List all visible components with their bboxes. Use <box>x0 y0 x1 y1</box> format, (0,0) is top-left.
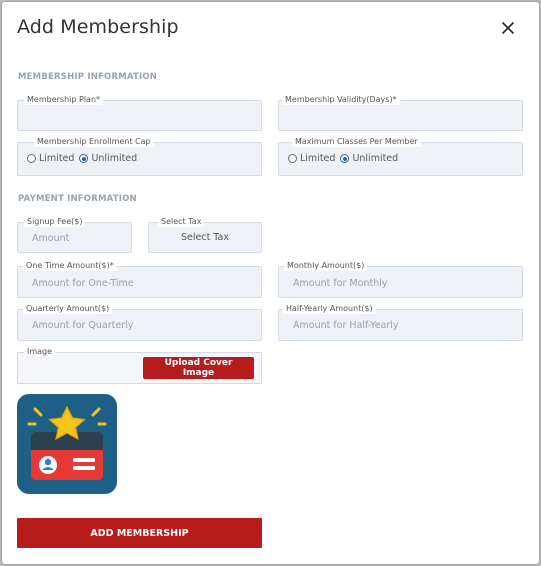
one-time-amount-label: One Time Amount($)* <box>23 260 117 271</box>
monthly-amount-input[interactable]: Monthly Amount($) Amount for Monthly <box>278 260 523 298</box>
monthly-amount-label: Monthly Amount($) <box>284 260 368 271</box>
one-time-amount-input[interactable]: One Time Amount($)* Amount for One-Time <box>17 260 262 298</box>
image-label: Image <box>24 346 56 357</box>
cover-image-preview <box>17 394 117 494</box>
section-payment-information: PAYMENT INFORMATION <box>18 194 137 204</box>
monthly-amount-placeholder: Amount for Monthly <box>293 278 388 289</box>
half-yearly-amount-placeholder: Amount for Half-Yearly <box>293 320 399 331</box>
select-tax-dropdown[interactable]: Select Tax Select Tax <box>148 216 262 253</box>
modal-title: Add Membership <box>17 16 179 38</box>
enrollment-cap-group: Membership Enrollment Cap Limited Unlimi… <box>17 136 262 176</box>
signup-fee-input[interactable]: Signup Fee($) Amount <box>17 216 132 253</box>
signup-fee-placeholder: Amount <box>32 233 70 244</box>
max-classes-limited-label: Limited <box>300 153 336 164</box>
close-icon[interactable] <box>500 20 516 36</box>
membership-plan-input[interactable]: Membership Plan* <box>17 94 262 131</box>
image-upload-field: Image Upload Cover Image <box>17 346 262 384</box>
quarterly-amount-input[interactable]: Quarterly Amount($) Amount for Quarterly <box>17 303 262 341</box>
max-classes-group: Maximum Classes Per Member Limited Unlim… <box>278 136 523 176</box>
membership-validity-label: Membership Validity(Days)* <box>282 94 400 105</box>
one-time-amount-placeholder: Amount for One-Time <box>32 278 134 289</box>
add-membership-modal: Add Membership MEMBERSHIP INFORMATION Me… <box>2 2 539 564</box>
max-classes-label: Maximum Classes Per Member <box>292 136 421 147</box>
enrollment-cap-unlimited-label: Unlimited <box>91 153 138 164</box>
quarterly-amount-label: Quarterly Amount($) <box>23 303 113 314</box>
select-tax-label: Select Tax <box>158 216 205 227</box>
enrollment-cap-limited-radio[interactable] <box>27 154 36 163</box>
membership-plan-label: Membership Plan* <box>24 94 104 105</box>
enrollment-cap-unlimited-radio[interactable] <box>79 154 89 163</box>
select-tax-value: Select Tax <box>180 232 229 243</box>
upload-cover-image-button[interactable]: Upload Cover Image <box>143 357 254 379</box>
half-yearly-amount-input[interactable]: Half-Yearly Amount($) Amount for Half-Ye… <box>278 303 523 341</box>
membership-validity-input[interactable]: Membership Validity(Days)* <box>278 94 523 131</box>
add-membership-button[interactable]: ADD MEMBERSHIP <box>17 518 262 548</box>
enrollment-cap-label: Membership Enrollment Cap <box>34 136 154 147</box>
enrollment-cap-limited-label: Limited <box>39 153 75 164</box>
signup-fee-label: Signup Fee($) <box>24 216 86 227</box>
membership-card-icon <box>27 405 107 480</box>
max-classes-unlimited-radio[interactable] <box>340 154 350 163</box>
section-membership-information: MEMBERSHIP INFORMATION <box>18 72 158 82</box>
max-classes-limited-radio[interactable] <box>288 154 297 163</box>
half-yearly-amount-label: Half-Yearly Amount($) <box>283 303 376 314</box>
max-classes-unlimited-label: Unlimited <box>352 153 399 164</box>
quarterly-amount-placeholder: Amount for Quarterly <box>32 320 134 331</box>
